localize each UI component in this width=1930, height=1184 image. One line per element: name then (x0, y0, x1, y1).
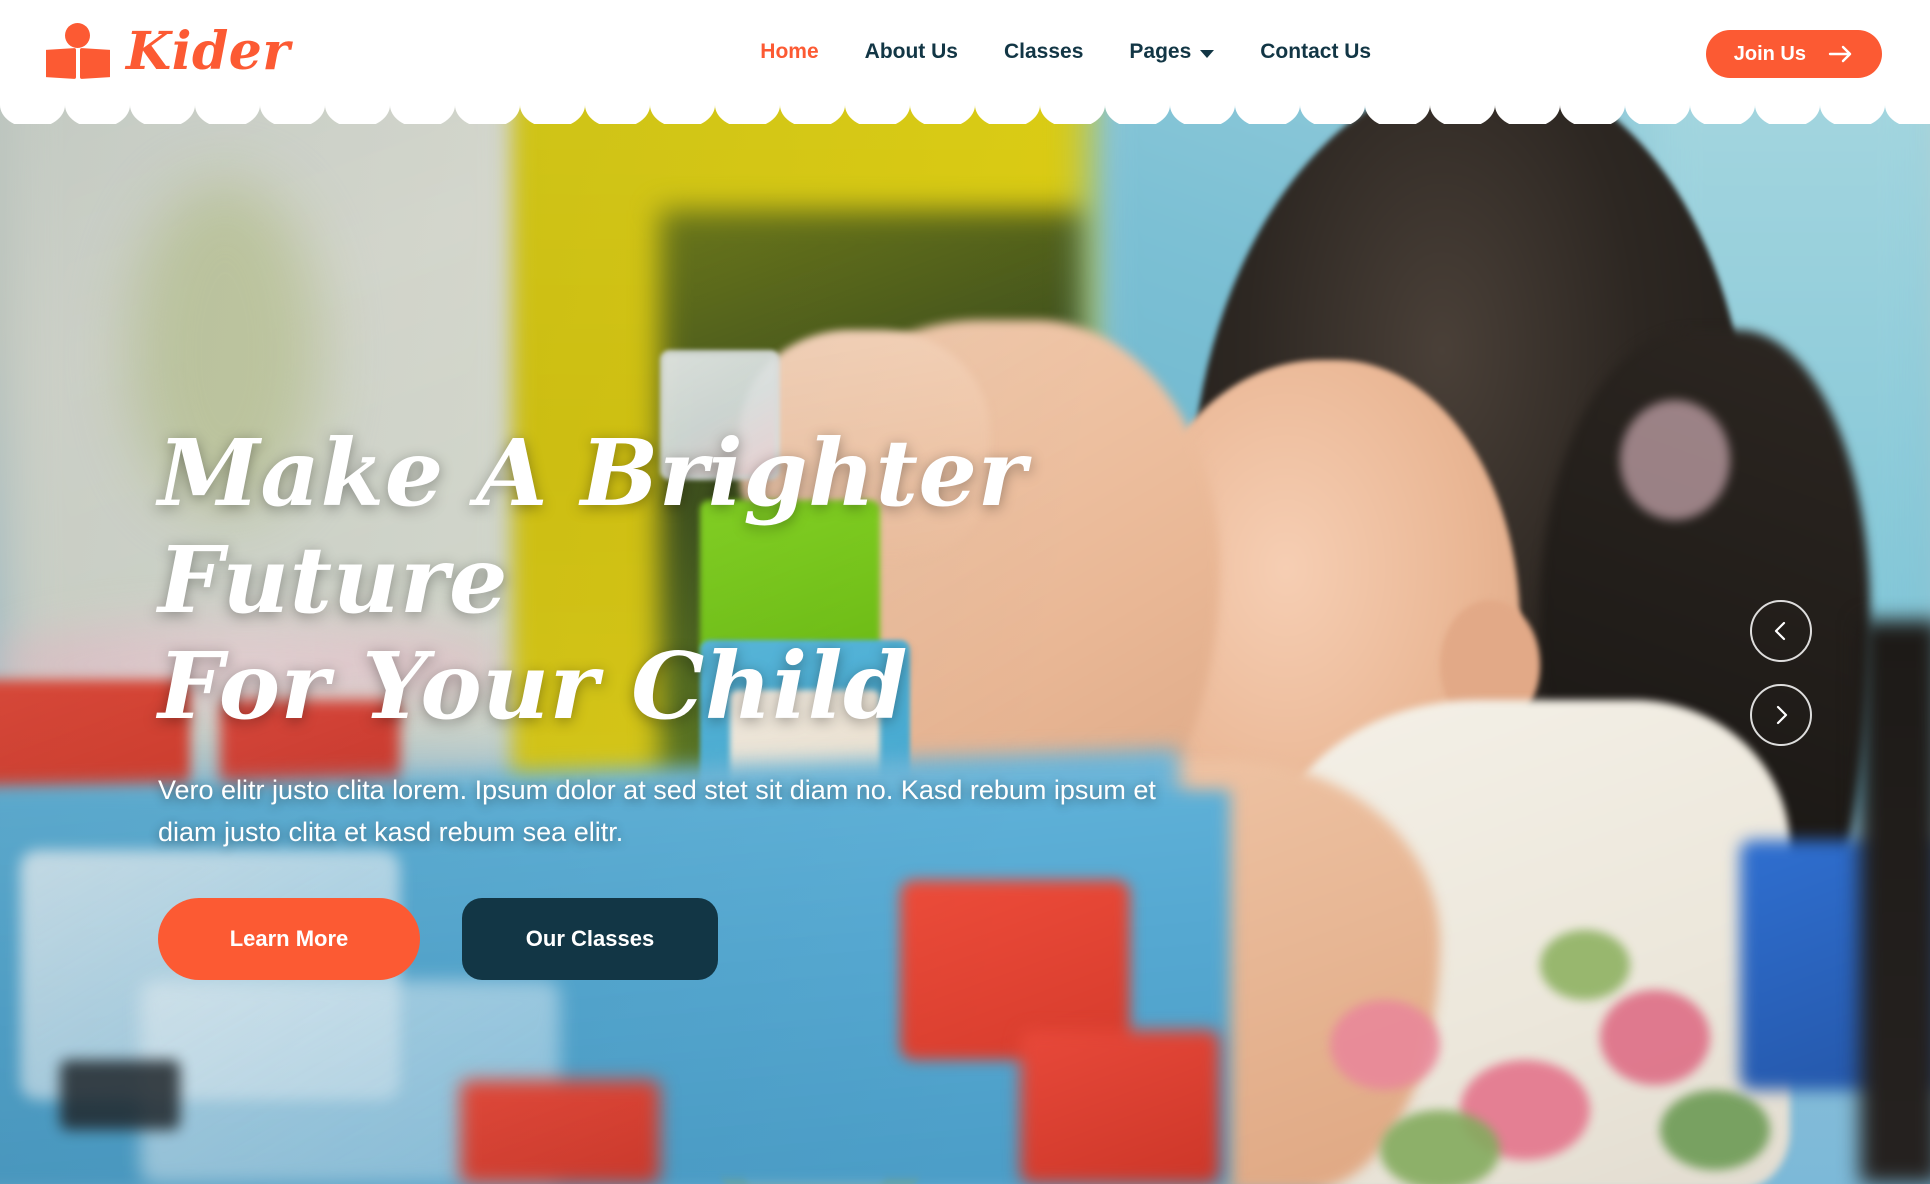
carousel-navigation (1750, 600, 1812, 746)
hero-section: Make A Brighter Future For Your Child Ve… (0, 0, 1930, 1184)
nav-item-home[interactable]: Home (760, 40, 818, 64)
main-navigation: Home About Us Classes Pages Contact Us (760, 40, 1371, 64)
carousel-next-button[interactable] (1750, 684, 1812, 746)
hero-content: Make A Brighter Future For Your Child Ve… (158, 420, 1278, 980)
join-us-label: Join Us (1733, 42, 1806, 65)
hero-title: Make A Brighter Future For Your Child (158, 420, 1278, 740)
carousel-prev-button[interactable] (1750, 600, 1812, 662)
nav-item-contact-us[interactable]: Contact Us (1260, 40, 1371, 64)
nav-item-about-us[interactable]: About Us (865, 40, 958, 64)
our-classes-button[interactable]: Our Classes (462, 897, 718, 980)
chevron-down-icon (1200, 49, 1215, 58)
page-root: Make A Brighter Future For Your Child Ve… (0, 0, 1930, 1184)
header-bar: Kider Home About Us Classes Pages Contac… (0, 0, 1930, 104)
header-scallop-edge (0, 104, 1930, 124)
nav-item-pages-label: Pages (1129, 40, 1192, 63)
nav-item-classes[interactable]: Classes (1004, 40, 1083, 64)
hero-title-line-1: Make A Brighter Future (158, 419, 1027, 634)
nav-item-pages[interactable]: Pages (1129, 40, 1215, 64)
site-header: Kider Home About Us Classes Pages Contac… (0, 0, 1930, 124)
learn-more-button[interactable]: Learn More (158, 897, 420, 980)
brand-logo[interactable]: Kider (44, 23, 290, 81)
arrow-right-icon (1828, 45, 1854, 63)
hero-title-line-2: For Your Child (158, 632, 908, 741)
join-us-button[interactable]: Join Us (1705, 30, 1882, 78)
chevron-right-icon (1769, 703, 1793, 727)
hero-action-buttons: Learn More Our Classes (158, 897, 1278, 980)
brand-name: Kider (126, 21, 291, 82)
hero-paragraph: Vero elitr justo clita lorem. Ipsum dolo… (158, 775, 1156, 847)
chevron-left-icon (1769, 619, 1793, 643)
book-reader-icon (44, 23, 112, 81)
